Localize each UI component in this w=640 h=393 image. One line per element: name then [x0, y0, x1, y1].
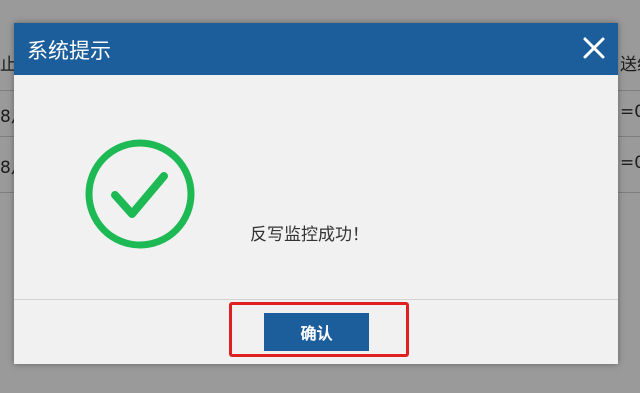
- dialog-message: 反写监控成功！: [250, 225, 369, 245]
- table-cell: =0: [620, 102, 640, 122]
- dialog-header: 系统提示: [14, 23, 618, 75]
- close-icon[interactable]: [580, 34, 608, 62]
- table-header-cell: 送约: [620, 55, 640, 75]
- system-dialog: 系统提示 反写监控成功！ 确认: [14, 23, 618, 364]
- check-circle-icon: [84, 138, 196, 250]
- table-cell: =0: [620, 153, 640, 173]
- dialog-title: 系统提示: [27, 39, 111, 63]
- dialog-body: 反写监控成功！: [14, 75, 618, 299]
- confirm-button[interactable]: 确认: [264, 313, 369, 351]
- dialog-footer: 确认: [14, 299, 618, 365]
